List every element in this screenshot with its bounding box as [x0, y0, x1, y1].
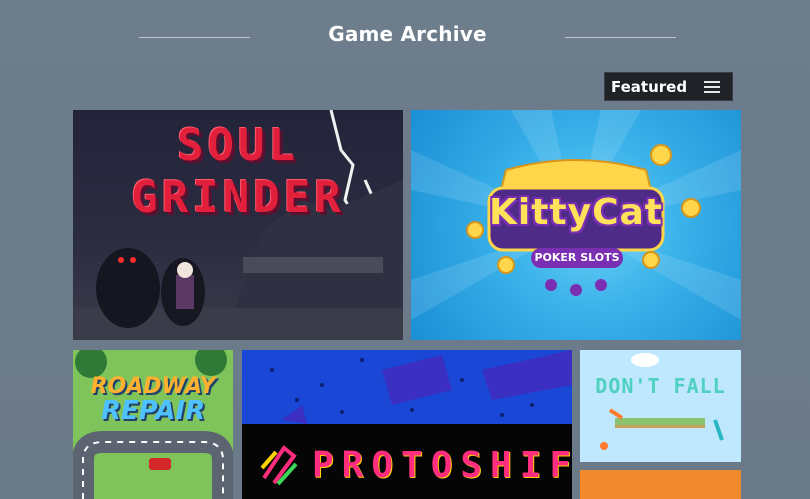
dont-fall-art — [600, 353, 724, 450]
game-tile-roadway-repair[interactable]: ROADWAY REPAIR — [73, 350, 233, 499]
dont-fall-title: DON'T FALL — [595, 374, 726, 398]
game-archive-page: Game Archive Featured SOUL GRINDER Kitty… — [0, 0, 810, 499]
kittycat-subtitle: POKER SLOTS — [531, 248, 623, 268]
featured-filter-label: Featured — [611, 77, 688, 96]
roadway-repair-title-line2: REPAIR — [100, 396, 206, 426]
game-tile-protoshift[interactable]: PROTOSHIFT — [242, 350, 572, 499]
hamburger-menu-icon — [704, 80, 720, 93]
game-tile-partial[interactable] — [580, 470, 741, 499]
game-tile-kittycat[interactable]: KittyCat POKER SLOTS — [411, 110, 741, 340]
soul-grinder-title-line2: GRINDER — [131, 172, 345, 223]
protoshift-title: PROTOSHIFT — [312, 445, 572, 486]
game-tile-soul-grinder[interactable]: SOUL GRINDER — [73, 110, 403, 340]
game-tile-dont-fall[interactable]: DON'T FALL — [580, 350, 741, 462]
page-title: Game Archive — [328, 22, 487, 46]
featured-filter-dropdown[interactable]: Featured — [604, 72, 733, 101]
header-divider-left — [139, 37, 250, 38]
soul-grinder-title-line1: SOUL — [177, 120, 299, 171]
header-divider-right — [565, 37, 676, 38]
kittycat-title: KittyCat — [488, 192, 664, 233]
protoshift-logo-icon — [260, 445, 298, 486]
